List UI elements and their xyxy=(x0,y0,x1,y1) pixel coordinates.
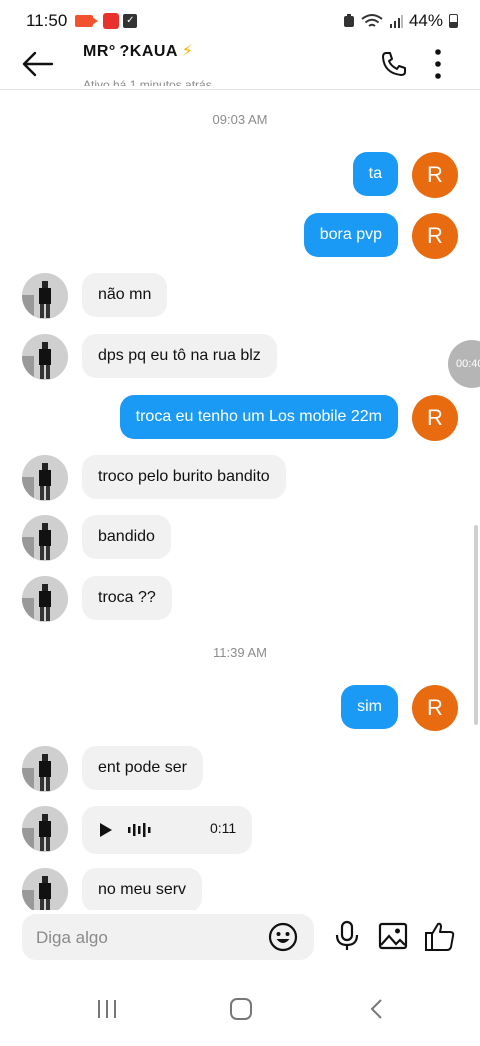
home-icon[interactable] xyxy=(230,998,252,1020)
battery-icon xyxy=(449,14,458,28)
contact-avatar[interactable] xyxy=(22,868,68,910)
message-incoming[interactable]: ent pode ser xyxy=(82,746,203,790)
phone-call-button[interactable] xyxy=(380,50,408,78)
my-avatar: R xyxy=(412,395,458,441)
message-outgoing[interactable]: bora pvp xyxy=(303,213,398,257)
contact-photo-icon xyxy=(22,273,68,319)
message-input[interactable]: Diga algo xyxy=(22,914,314,960)
contact-photo-icon xyxy=(22,868,68,910)
nav-back-icon[interactable] xyxy=(368,998,384,1020)
contact-photo-icon xyxy=(22,455,68,501)
signal-icon xyxy=(389,15,403,28)
message-outgoing[interactable]: troca eu tenho um Los mobile 22m xyxy=(119,395,398,439)
contact-avatar[interactable] xyxy=(22,334,68,380)
checkbox-notification-icon: ✓ xyxy=(123,14,138,28)
image-icon[interactable] xyxy=(378,922,408,950)
lightning-icon: ⚡ xyxy=(181,43,194,60)
message-incoming[interactable]: no meu serv xyxy=(82,868,203,910)
back-button[interactable] xyxy=(20,48,56,80)
timestamp: 09:03 AM xyxy=(212,112,268,127)
battery-level: 44% xyxy=(408,11,443,30)
waveform-icon xyxy=(128,823,151,837)
more-options-button[interactable] xyxy=(428,48,448,80)
contact-avatar[interactable] xyxy=(22,806,68,852)
message-incoming[interactable]: dps pq eu tô na rua blz xyxy=(82,334,277,378)
contact-photo-icon xyxy=(22,806,68,852)
contact-avatar[interactable] xyxy=(22,576,68,622)
contact-name[interactable]: MR° ?KAUA ⚡ xyxy=(83,41,193,61)
status-right: 44% xyxy=(343,11,458,31)
voice-duration: 0:11 xyxy=(210,820,237,836)
battery-saver-icon xyxy=(343,14,354,27)
status-time: 11:50 xyxy=(26,11,68,30)
contact-avatar[interactable] xyxy=(22,273,68,319)
chat-header: MR° ?KAUA ⚡ Ativo há 1 minutos atrás xyxy=(0,40,480,88)
contact-photo-icon xyxy=(22,746,68,792)
thumbs-up-icon[interactable] xyxy=(424,920,456,952)
screen: 11:50 ✓ 44% MR° ?KAUA ⚡ Ativo há 1 minut… xyxy=(0,0,480,1046)
my-avatar: R xyxy=(412,685,458,731)
contact-photo-icon xyxy=(22,576,68,622)
microphone-icon[interactable] xyxy=(334,920,360,952)
input-placeholder: Diga algo xyxy=(36,928,108,947)
play-icon[interactable] xyxy=(100,823,112,837)
chat-messages[interactable]: 09:03 AM ta R bora pvp R não mn dps pq e… xyxy=(0,90,480,910)
contact-photo-icon xyxy=(22,515,68,561)
my-avatar: R xyxy=(412,213,458,259)
message-incoming[interactable]: troca ?? xyxy=(82,576,172,620)
message-outgoing[interactable]: ta xyxy=(352,152,398,196)
smiley-icon[interactable] xyxy=(268,922,298,952)
contact-avatar[interactable] xyxy=(22,455,68,501)
contact-photo-icon xyxy=(22,334,68,380)
status-bar: 11:50 ✓ 44% xyxy=(0,0,480,42)
floating-recording-timer[interactable]: 00:40 xyxy=(448,340,480,388)
contact-avatar[interactable] xyxy=(22,515,68,561)
message-outgoing[interactable]: sim xyxy=(341,685,398,729)
message-incoming[interactable]: troco pelo burito bandito xyxy=(82,455,286,499)
system-nav-bar xyxy=(0,990,480,1046)
screen-record-icon xyxy=(75,15,99,27)
timestamp: 11:39 AM xyxy=(213,645,267,660)
message-incoming[interactable]: bandido xyxy=(82,515,171,559)
message-composer: Diga algo xyxy=(0,910,480,968)
voice-message[interactable]: 0:11 xyxy=(82,806,252,854)
contact-name-text: MR° ?KAUA xyxy=(83,43,182,60)
my-avatar: R xyxy=(412,152,458,198)
contact-avatar[interactable] xyxy=(22,746,68,792)
app-notification-icon xyxy=(103,13,120,29)
recents-icon[interactable] xyxy=(96,999,118,1019)
wifi-icon xyxy=(361,14,383,27)
message-incoming[interactable]: não mn xyxy=(82,273,168,317)
contact-status: Ativo há 1 minutos atrás xyxy=(83,78,212,86)
chat-scrollbar[interactable] xyxy=(474,525,478,725)
